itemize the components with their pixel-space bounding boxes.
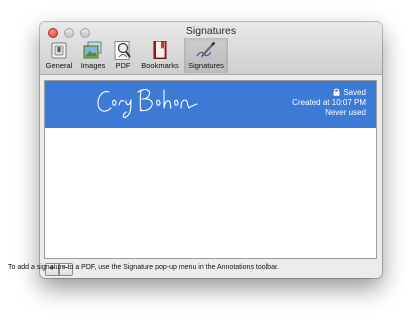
signatures-window: Signatures General Images PDF Bookmarks … xyxy=(40,22,382,278)
toolbar-signatures[interactable]: Signatures xyxy=(184,38,228,73)
signature-row[interactable]: Saved Created at 10:07 PM Never used xyxy=(45,81,376,128)
signature-meta: Saved Created at 10:07 PM Never used xyxy=(292,88,366,118)
signature-status: Saved xyxy=(292,88,366,98)
bookmarks-book-icon xyxy=(153,41,167,59)
toolbar-bookmarks-label: Bookmarks xyxy=(141,61,179,70)
toolbar-pdf-label: PDF xyxy=(115,61,131,70)
signature-pen-icon xyxy=(196,41,216,58)
toolbar-signatures-label: Signatures xyxy=(188,61,224,70)
saved-status-text: Saved xyxy=(343,88,366,97)
images-icon xyxy=(83,41,102,59)
signature-image xyxy=(97,88,198,119)
toolbar-images-label: Images xyxy=(80,61,106,70)
pdf-magnifier-icon xyxy=(114,41,131,60)
window-title: Signatures xyxy=(185,25,237,37)
toolbar-pdf[interactable]: PDF xyxy=(111,39,135,72)
signature-created: Created at 10:07 PM xyxy=(292,98,366,107)
general-switch-icon xyxy=(51,42,67,59)
toolbar-images[interactable]: Images xyxy=(77,39,109,72)
signature-usage: Never used xyxy=(325,108,366,117)
title-bar: Signatures General Images PDF Bookmarks … xyxy=(40,22,382,75)
signatures-list[interactable]: Saved Created at 10:07 PM Never used xyxy=(44,80,377,259)
toolbar-general-label: General xyxy=(45,61,73,70)
toolbar-bookmarks[interactable]: Bookmarks xyxy=(138,39,182,72)
toolbar-general[interactable]: General xyxy=(43,39,75,72)
lock-icon xyxy=(333,88,340,96)
signatures-hint-text: To add a signature to a PDF, use the Sig… xyxy=(8,264,279,271)
